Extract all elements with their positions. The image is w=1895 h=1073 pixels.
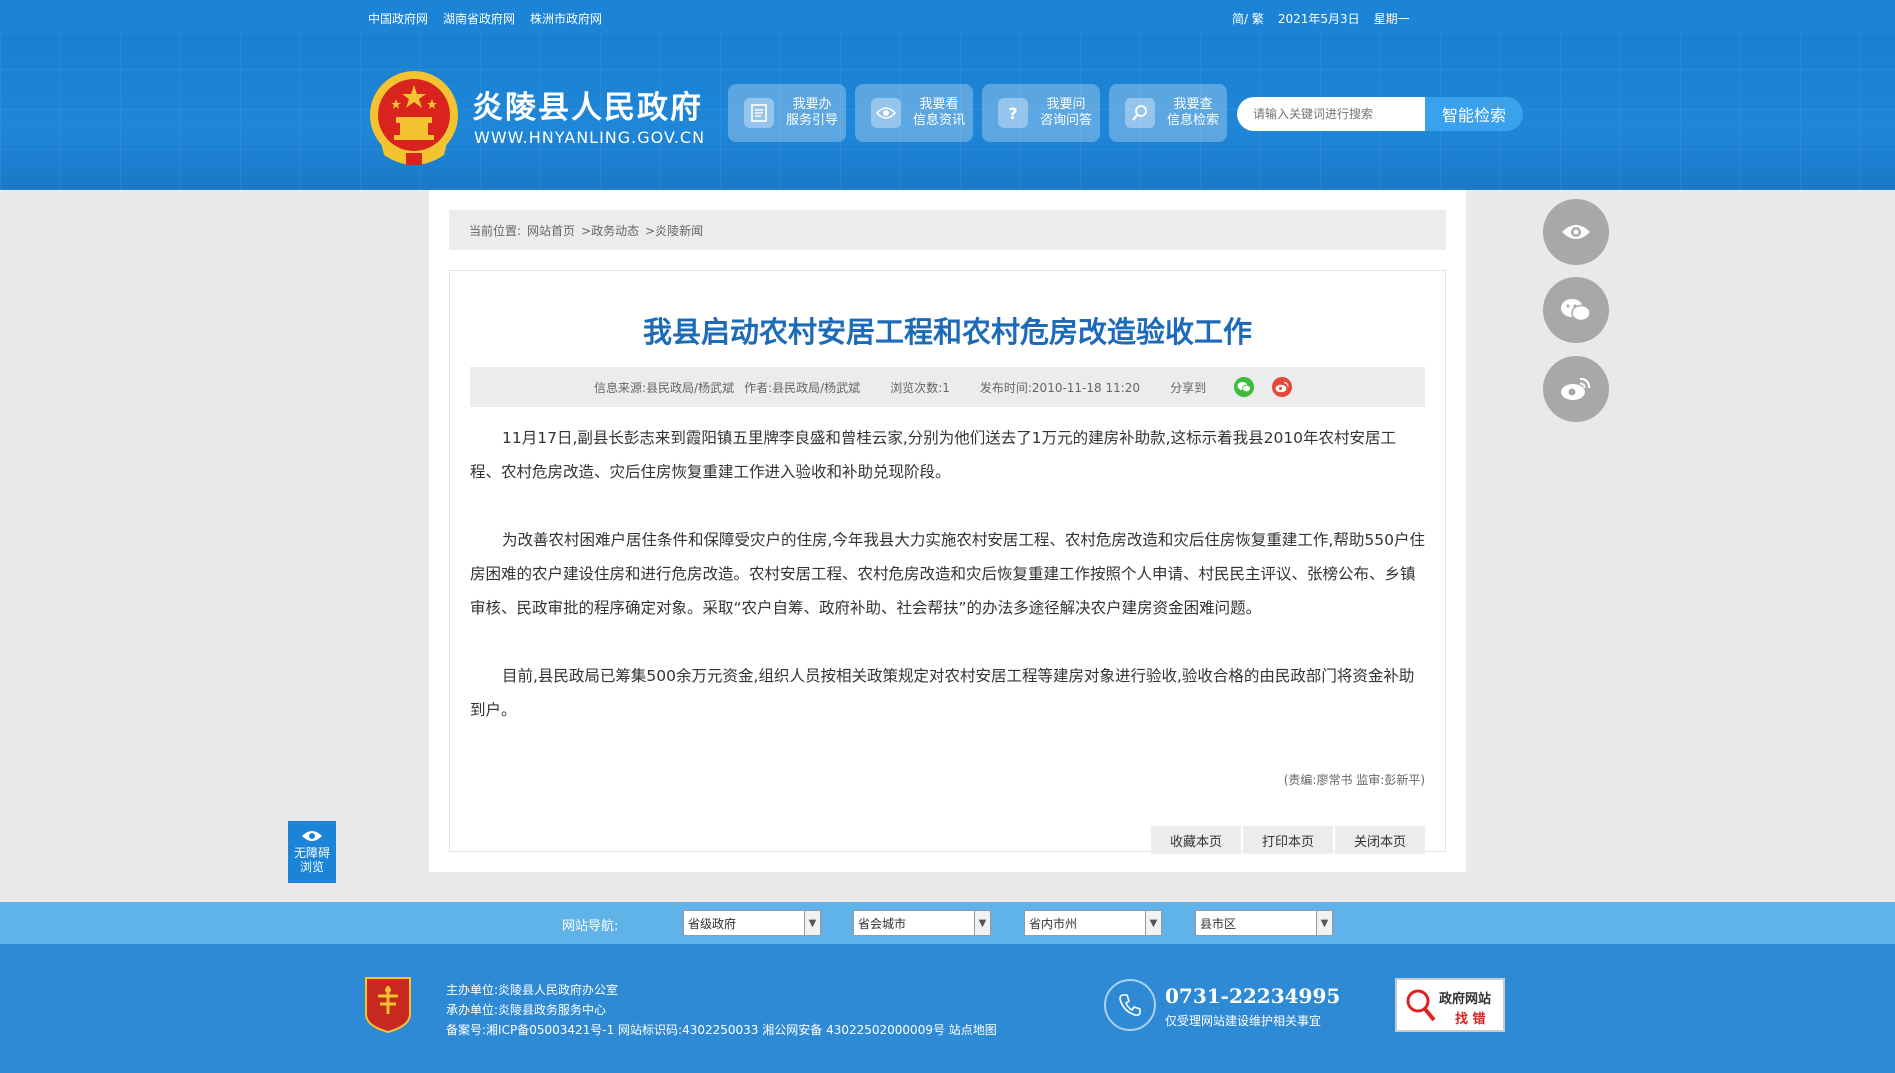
float-view-button[interactable] [1543,199,1609,265]
link-hunan-gov[interactable]: 湖南省政府网 [443,10,515,27]
eye-icon [302,831,322,841]
select-value: 省内市州 [1029,916,1078,931]
search-button[interactable]: 智能检索 [1425,97,1523,131]
footer-host: 主办单位:炎陵县人民政府办公室 [446,983,619,997]
quick-label: 我要看 信息资讯 [913,97,965,129]
breadcrumb-news[interactable]: >政务动态 [581,222,639,239]
weibo-share-icon[interactable] [1272,377,1293,397]
quick-line2: 信息资讯 [913,113,966,128]
quick-service-guide[interactable]: 我要办 服务引导 [728,84,846,142]
top-right: 简/ 繁 2021年5月3日 星期一 [1232,10,1410,27]
site-header: 炎陵县人民政府 WWW.HNYANLING.GOV.CN 我要办 服务引导 我要… [0,35,1895,190]
article-views: 浏览次数:1 [890,380,950,395]
eye-icon [1562,225,1590,239]
float-wechat-button[interactable] [1543,277,1609,343]
quick-line2: 咨询问答 [1040,113,1093,128]
quick-line1: 我要办 [792,97,832,112]
article-paragraph: 目前,县民政局已筹集500余万元资金,组织人员按相关政策规定对农村安居工程等建房… [470,667,1415,719]
gov-site-error-report-button[interactable]: 政府网站 找 错 [1395,978,1505,1032]
chevron-down-icon: ▼ [804,911,820,935]
question-icon: ? [998,98,1028,128]
chevron-down-icon: ▼ [1316,911,1332,935]
link-zhuzhou-gov[interactable]: 株洲市政府网 [530,10,602,27]
select-capital-cities[interactable]: 省会城市 ▼ [853,910,991,936]
site-domain: WWW.HNYANLING.GOV.CN [474,128,706,147]
search-icon [1125,98,1155,128]
quick-info-news[interactable]: 我要看 信息资讯 [855,84,973,142]
site-nav-bar: 网站导航: 省级政府 ▼ 省会城市 ▼ 省内市州 ▼ 县市区 ▼ [0,902,1895,944]
document-icon [744,98,774,128]
search-input[interactable] [1237,97,1425,131]
chevron-down-icon: ▼ [1145,911,1161,935]
current-weekday: 星期一 [1373,12,1410,26]
share-label: 分享到 [1170,380,1207,395]
article-meta: 信息来源:县民政局/杨武斌 作者:县民政局/杨武斌 浏览次数:1 发布时间:20… [470,367,1425,407]
accessibility-line1: 无障碍 [293,846,330,860]
select-value: 省会城市 [858,916,907,931]
select-province-cities[interactable]: 省内市州 ▼ [1024,910,1162,936]
quick-label: 我要问 咨询问答 [1040,97,1092,129]
breadcrumb-home[interactable]: 网站首页 [527,222,575,239]
national-emblem-icon[interactable] [366,69,462,169]
wechat-icon [1561,299,1591,322]
footer-info: 主办单位:炎陵县人民政府办公室 承办单位:炎陵县政务服务中心 备案号:湘ICP备… [446,980,997,1040]
article-body: 11月17日,副县长彭志来到霞阳镇五里牌李良盛和曾桂云家,分别为他们送去了1万元… [470,421,1425,761]
site-footer: 主办单位:炎陵县人民政府办公室 承办单位:炎陵县政务服务中心 备案号:湘ICP备… [0,944,1895,1073]
select-counties[interactable]: 县市区 ▼ [1195,910,1333,936]
quick-line1: 我要问 [1046,97,1086,112]
quick-label: 我要查 信息检索 [1167,97,1219,129]
error-line2: 找 错 [1455,1012,1486,1027]
accessibility-button[interactable]: 无障碍 浏览 [288,821,336,883]
magnifier-icon [1406,989,1436,1022]
current-date: 2021年5月3日 [1277,12,1360,26]
breadcrumb-local-news[interactable]: >炎陵新闻 [645,222,703,239]
article-paragraph: 为改善农村困难户居住条件和保障受灾户的住房,今年我县大力实施农村安居工程、农村危… [470,531,1425,617]
footer-phone: 0731-22234995 [1165,984,1341,1008]
top-links: 中国政府网 湖南省政府网 株洲市政府网 [368,10,602,27]
chevron-down-icon: ▼ [974,911,990,935]
quick-info-search[interactable]: 我要查 信息检索 [1109,84,1227,142]
article-published: 发布时间:2010-11-18 11:20 [979,380,1141,395]
article-paragraph: 11月17日,副县长彭志来到霞阳镇五里牌李良盛和曾桂云家,分别为他们送去了1万元… [470,429,1397,481]
link-china-gov[interactable]: 中国政府网 [368,10,428,27]
search-box: 智能检索 [1237,97,1523,131]
error-line1: 政府网站 [1439,992,1492,1007]
site-title[interactable]: 炎陵县人民政府 [472,82,703,127]
accessibility-line2: 浏览 [299,860,324,874]
party-gov-badge-icon[interactable] [362,974,414,1034]
quick-line1: 我要查 [1173,97,1213,112]
close-page-button[interactable]: 关闭本页 [1335,826,1425,854]
article-editor: (责编:廖常书 监审:彭新平) [1283,773,1425,787]
top-bar: 中国政府网 湖南省政府网 株洲市政府网 简/ 繁 2021年5月3日 星期一 [0,0,1895,35]
select-provincial-gov[interactable]: 省级政府 ▼ [683,910,821,936]
quick-line2: 服务引导 [786,113,839,128]
quick-line2: 信息检索 [1167,113,1220,128]
weibo-icon [1561,377,1591,400]
article-author: 作者:县民政局/杨武斌 [744,380,861,395]
footer-record[interactable]: 备案号:湘ICP备05003421号-1 网站标识码:4302250033 湘公… [446,1020,997,1040]
site-nav-label: 网站导航: [562,919,619,934]
quick-line1: 我要看 [919,97,959,112]
phone-icon [1104,979,1156,1031]
breadcrumb: 当前位置: 网站首页 >政务动态 >炎陵新闻 [449,210,1446,250]
quick-label: 我要办 服务引导 [786,97,838,129]
footer-organizer: 承办单位:炎陵县政务服务中心 [446,1003,607,1017]
article-actions: 收藏本页 打印本页 关闭本页 [1151,826,1425,854]
main-content: 当前位置: 网站首页 >政务动态 >炎陵新闻 我县启动农村安居工程和农村危房改造… [429,190,1466,872]
breadcrumb-label: 当前位置: [469,223,522,238]
eye-icon [871,98,901,128]
float-weibo-button[interactable] [1543,356,1609,422]
quick-consult-qa[interactable]: ? 我要问 咨询问答 [982,84,1100,142]
lang-switch[interactable]: 简/ 繁 [1232,10,1264,27]
article: 我县启动农村安居工程和农村危房改造验收工作 信息来源:县民政局/杨武斌 作者:县… [449,270,1446,854]
print-page-button[interactable]: 打印本页 [1243,826,1333,854]
article-title: 我县启动农村安居工程和农村危房改造验收工作 [642,315,1252,349]
select-value: 县市区 [1200,916,1237,931]
select-value: 省级政府 [688,916,737,931]
wechat-share-icon[interactable] [1234,377,1255,397]
favorite-page-button[interactable]: 收藏本页 [1151,826,1241,854]
footer-phone-note: 仅受理网站建设维护相关事宜 [1165,1014,1322,1028]
article-source: 信息来源:县民政局/杨武斌 [594,380,735,395]
